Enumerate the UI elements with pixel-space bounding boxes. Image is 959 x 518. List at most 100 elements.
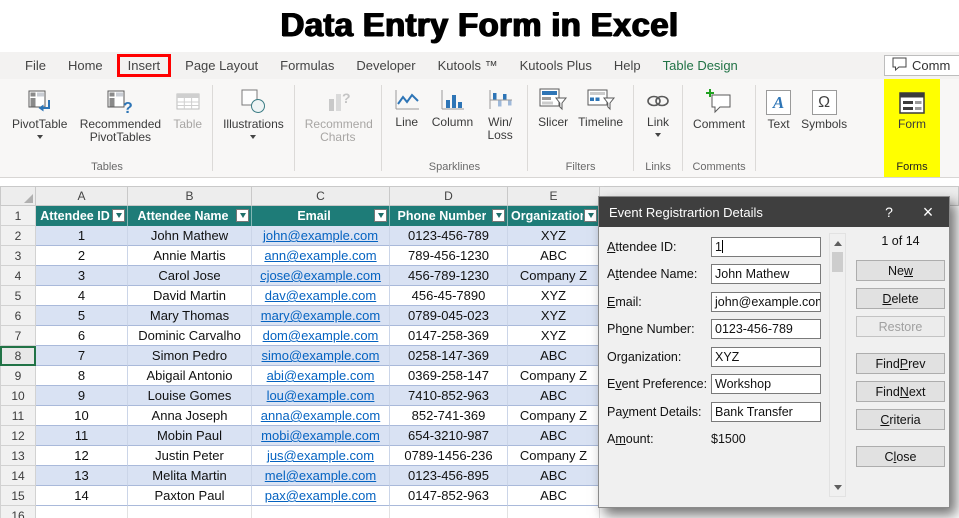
cell-organization[interactable]: XYZ [508,226,600,246]
cell-attendee-id[interactable]: 4 [36,286,128,306]
timeline-button[interactable]: Timeline [573,82,628,132]
empty-cell[interactable] [252,506,390,518]
illustrations-button[interactable]: Illustrations [218,82,289,142]
email-link[interactable]: lou@example.com [267,388,375,403]
cell-attendee-name[interactable]: Mobin Paul [128,426,252,446]
field-input-attendee-id[interactable]: 1 [711,236,821,257]
cell-organization[interactable]: ABC [508,346,600,366]
cell-phone-number[interactable]: 0258-147-369 [390,346,508,366]
cell-attendee-name[interactable]: Carol Jose [128,266,252,286]
row-number[interactable]: 2 [0,226,36,246]
filter-dropdown-icon[interactable] [492,209,505,222]
tab-kutools[interactable]: Kutools ™ [427,54,509,77]
field-input-payment-details[interactable]: Bank Transfer [711,401,821,422]
empty-cell[interactable] [128,506,252,518]
tab-file[interactable]: File [14,54,57,77]
email-link[interactable]: dom@example.com [263,328,379,343]
filter-dropdown-icon[interactable] [236,209,249,222]
cell-attendee-name[interactable]: Abigail Antonio [128,366,252,386]
form-button[interactable]: Form [893,82,931,134]
empty-cell[interactable] [508,506,600,518]
email-link[interactable]: abi@example.com [267,368,375,383]
table-column-header-email[interactable]: Email [252,206,390,226]
tab-developer[interactable]: Developer [345,54,426,77]
cell-organization[interactable]: Company Z [508,366,600,386]
tab-page-layout[interactable]: Page Layout [174,54,269,77]
empty-cell[interactable] [36,506,128,518]
cell-attendee-id[interactable]: 8 [36,366,128,386]
cell-attendee-name[interactable]: Paxton Paul [128,486,252,506]
cell-attendee-id[interactable]: 7 [36,346,128,366]
cell-email[interactable]: abi@example.com [252,366,390,386]
cell-organization[interactable]: ABC [508,386,600,406]
cell-organization[interactable]: XYZ [508,286,600,306]
cell-attendee-name[interactable]: John Mathew [128,226,252,246]
cell-attendee-name[interactable]: Louise Gomes [128,386,252,406]
column-header-e[interactable]: E [508,186,600,206]
comments-button[interactable]: Comm [884,55,959,76]
filter-dropdown-icon[interactable] [584,209,597,222]
table-column-header-phone-number[interactable]: Phone Number [390,206,508,226]
recommended-pivottables-button[interactable]: ? Recommended PivotTables [72,82,168,148]
cell-email[interactable]: dom@example.com [252,326,390,346]
delete-button[interactable]: Delete [856,288,945,309]
field-input-organization[interactable]: XYZ [711,346,821,367]
cell-attendee-id[interactable]: 2 [36,246,128,266]
cell-organization[interactable]: ABC [508,426,600,446]
email-link[interactable]: cjose@example.com [260,268,381,283]
criteria-button[interactable]: Criteria [856,409,945,430]
pivottable-button[interactable]: PivotTable [7,82,72,142]
cell-attendee-id[interactable]: 1 [36,226,128,246]
row-number[interactable]: 8 [0,346,36,366]
winloss-sparkline-button[interactable]: Win/ Loss [478,82,522,146]
cell-email[interactable]: mobi@example.com [252,426,390,446]
cell-email[interactable]: lou@example.com [252,386,390,406]
column-header-b[interactable]: B [128,186,252,206]
row-number[interactable]: 7 [0,326,36,346]
email-link[interactable]: jus@example.com [267,448,374,463]
empty-cell[interactable] [390,506,508,518]
symbols-button[interactable]: Ω Symbols [796,82,852,134]
row-number[interactable]: 14 [0,466,36,486]
filter-dropdown-icon[interactable] [112,209,125,222]
filter-dropdown-icon[interactable] [374,209,387,222]
text-button[interactable]: A Text [761,82,796,134]
cell-attendee-name[interactable]: David Martin [128,286,252,306]
email-link[interactable]: mel@example.com [265,468,376,483]
cell-phone-number[interactable]: 456-789-1230 [390,266,508,286]
row-number[interactable]: 5 [0,286,36,306]
cell-organization[interactable]: ABC [508,486,600,506]
column-sparkline-button[interactable]: Column [427,82,478,132]
field-input-phone-number[interactable]: 0123-456-789 [711,319,821,340]
tab-insert[interactable]: Insert [116,54,172,77]
cell-phone-number[interactable]: 0147-258-369 [390,326,508,346]
cell-attendee-id[interactable]: 9 [36,386,128,406]
email-link[interactable]: ann@example.com [264,248,376,263]
cell-attendee-name[interactable]: Dominic Carvalho [128,326,252,346]
cell-organization[interactable]: Company Z [508,266,600,286]
cell-attendee-id[interactable]: 6 [36,326,128,346]
cell-attendee-id[interactable]: 13 [36,466,128,486]
row-number[interactable]: 3 [0,246,36,266]
cell-attendee-name[interactable]: Justin Peter [128,446,252,466]
cell-attendee-name[interactable]: Anna Joseph [128,406,252,426]
cell-phone-number[interactable]: 654-3210-987 [390,426,508,446]
select-all-corner[interactable] [0,186,36,206]
table-column-header-attendee-id[interactable]: Attendee ID [36,206,128,226]
column-header-d[interactable]: D [390,186,508,206]
tab-formulas[interactable]: Formulas [269,54,345,77]
cell-organization[interactable]: Company Z [508,406,600,426]
cell-phone-number[interactable]: 456-45-7890 [390,286,508,306]
cell-phone-number[interactable]: 7410-852-963 [390,386,508,406]
row-number[interactable]: 4 [0,266,36,286]
find-prev-button[interactable]: Find Prev [856,353,945,374]
cell-email[interactable]: dav@example.com [252,286,390,306]
dialog-titlebar[interactable]: Event Registrartion Details ? × [599,197,949,227]
tab-help[interactable]: Help [603,54,652,77]
cell-email[interactable]: simo@example.com [252,346,390,366]
cell-attendee-name[interactable]: Melita Martin [128,466,252,486]
cell-attendee-id[interactable]: 11 [36,426,128,446]
email-link[interactable]: simo@example.com [262,348,380,363]
cell-attendee-id[interactable]: 14 [36,486,128,506]
scroll-down-icon[interactable] [830,480,845,494]
